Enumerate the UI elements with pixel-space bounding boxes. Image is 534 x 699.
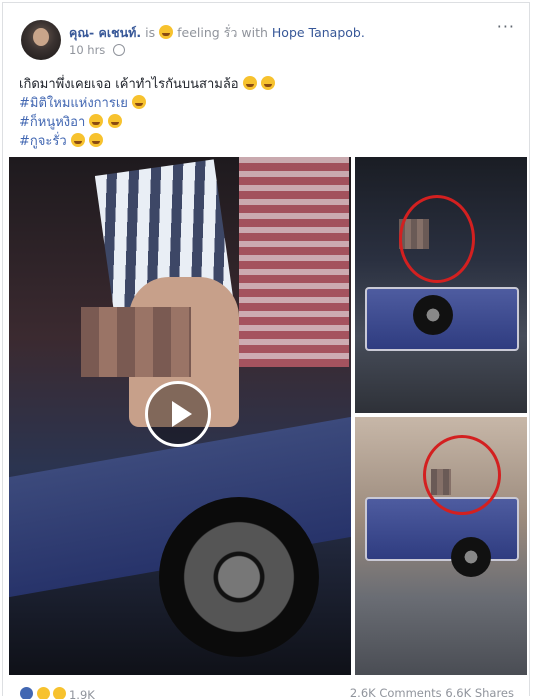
author-avatar[interactable] [21,20,61,60]
post-text: เกิดมาพึ่งเคยเจอ เค้าทำไรกันบนสามล้อ [19,77,239,92]
photo-wheel [413,295,453,335]
post-media [9,157,527,675]
engagement-counts: 2.6K Comments 6.6K Shares [350,686,514,699]
like-reaction-icon[interactable] [19,686,34,699]
post-card: คุณ- คเชนท์. is feeling รั่ว with Hope T… [2,2,530,699]
reaction-count[interactable]: 1.9K [69,688,95,699]
globe-icon [112,44,125,56]
laughing-emoji-icon [242,76,257,90]
side-photo-2[interactable] [355,417,527,675]
annotation-circle [399,195,475,283]
wink-emoji-icon [132,95,147,109]
hashtag-line-2[interactable]: #ก็หนูหงิอา [19,111,122,132]
post-footer: 1.9K 2.6K Comments 6.6K Shares [19,686,524,699]
feeling-emoji-icon [159,25,174,39]
video-plaid-shirt [239,157,349,367]
post-header: คุณ- คเชนท์. is feeling รั่ว with Hope T… [69,23,365,43]
grin-emoji-icon [88,133,103,147]
hashtag-text[interactable]: #ก็หนูหงิอา [19,115,85,130]
author-name[interactable]: คุณ- คเชนท์. [69,25,141,40]
comments-count[interactable]: 2.6K Comments [350,686,442,699]
hashtag-text[interactable]: #มิติใหมแห่งการเย [19,96,128,111]
haha-reaction-icon[interactable] [52,686,68,699]
laughing-emoji-icon [107,114,122,128]
connector-is: is [145,25,156,40]
post-meta: 10 hrs [69,43,125,57]
play-icon[interactable] [145,381,211,447]
post-text-line-1: เกิดมาพึ่งเคยเจอ เค้าทำไรกันบนสามล้อ [19,73,275,94]
main-video[interactable] [9,157,351,675]
hashtag-text[interactable]: #กูจะรั่ว [19,134,67,149]
more-options-icon[interactable]: ··· [497,17,515,36]
grin-emoji-icon [260,76,275,90]
wow-reaction-icon[interactable] [35,686,51,699]
post-time[interactable]: 10 hrs [69,43,105,57]
photo-wheel [451,537,491,577]
shares-count[interactable]: 6.6K Shares [445,686,514,699]
censor-pixelation [81,307,191,377]
tongue-emoji-icon [89,114,104,128]
side-photo-1[interactable] [355,157,527,413]
tongue-emoji-icon [70,133,85,147]
feeling-text: feeling รั่ว with [177,25,268,40]
annotation-circle [423,435,501,515]
hashtag-line-1[interactable]: #มิติใหมแห่งการเย [19,92,147,113]
hashtag-line-3[interactable]: #กูจะรั่ว [19,130,103,151]
video-tuktuk-wheel [159,497,319,657]
tagged-friend[interactable]: Hope Tanapob. [272,25,365,40]
